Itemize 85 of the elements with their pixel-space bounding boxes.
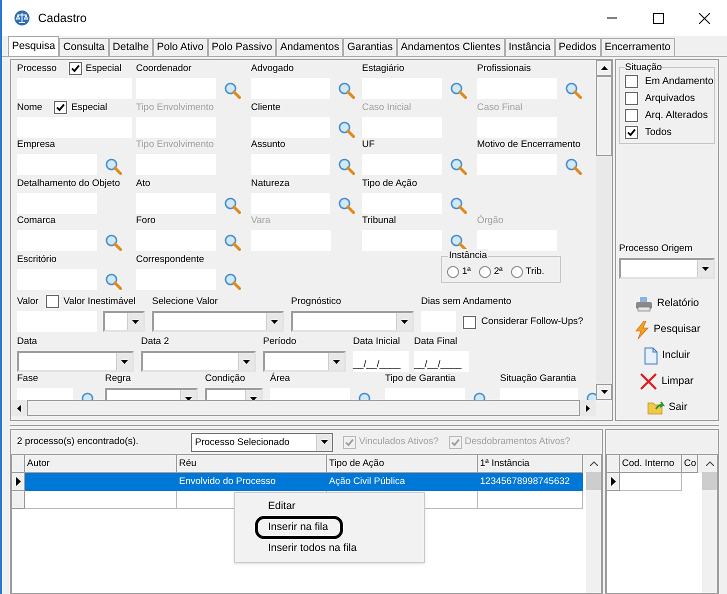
tab[interactable]: Consulta bbox=[59, 38, 109, 56]
field-label: Prognóstico bbox=[291, 295, 342, 308]
field-label: Data bbox=[17, 335, 38, 348]
action-button[interactable]: Incluir bbox=[644, 345, 690, 366]
date-field[interactable]: __/__/____ bbox=[353, 351, 409, 372]
date-field[interactable]: __/__/____ bbox=[414, 351, 469, 372]
field-label: Data 2 bbox=[141, 335, 170, 348]
menu-item[interactable]: Editar bbox=[255, 495, 310, 518]
checkbox-label: Vinculados Ativos? bbox=[359, 434, 439, 449]
field-label: Empresa bbox=[17, 138, 56, 151]
menu-item[interactable]: Inserir todos na fila bbox=[255, 537, 372, 560]
group-title: Situação bbox=[625, 61, 662, 74]
field-label: Cliente bbox=[251, 101, 282, 114]
field-label: Assunto bbox=[251, 138, 286, 151]
menu-item[interactable]: Inserir na fila bbox=[255, 516, 344, 539]
checkbox-label: Arq. Alterados bbox=[645, 109, 708, 123]
tab[interactable]: Polo Passivo bbox=[208, 38, 276, 56]
window-title: Cadastro bbox=[38, 10, 87, 27]
checkbox-label: Em Andamento bbox=[645, 75, 714, 89]
checkbox-label: Considerar Follow-Ups? bbox=[481, 315, 584, 329]
tab[interactable]: Andamentos bbox=[276, 38, 344, 56]
field-label: Coordenador bbox=[136, 62, 192, 75]
checkbox-label: Desdobramentos Ativos? bbox=[464, 434, 570, 449]
field-label: Nome bbox=[17, 101, 42, 114]
field-label: Período bbox=[263, 335, 298, 348]
result-count: 2 processo(s) encontrado(s). bbox=[17, 434, 140, 449]
option-label: Valor Inestimável bbox=[63, 295, 136, 308]
field-label: Processo Origem bbox=[619, 242, 694, 256]
tab[interactable]: Andamentos Clientes bbox=[396, 38, 505, 56]
radio-label: 1ª bbox=[462, 264, 471, 279]
field-label: Escritório bbox=[17, 253, 58, 266]
field-label: Processo bbox=[17, 62, 57, 75]
action-button[interactable]: Relatório bbox=[634, 293, 700, 314]
radio-label: 2ª bbox=[494, 264, 503, 279]
field-label: Comarca bbox=[17, 214, 57, 227]
field-label: Tipo de Ação bbox=[362, 177, 418, 190]
field-label: Vara bbox=[251, 214, 272, 227]
column-header[interactable]: Cod. Interno bbox=[620, 455, 682, 473]
option-label: Especial bbox=[71, 101, 108, 114]
tab[interactable]: Garantias bbox=[343, 38, 397, 56]
field-label: Tipo de Garantia bbox=[385, 372, 456, 385]
checkbox-label: Arquivados bbox=[645, 92, 696, 106]
field-label: Dias sem Andamento bbox=[421, 295, 512, 308]
table-cell: Envolvido do Processo bbox=[177, 473, 327, 491]
field-label: Natureza bbox=[251, 177, 291, 190]
action-button[interactable]: Pesquisar bbox=[634, 319, 700, 340]
column-header[interactable]: Co bbox=[682, 455, 698, 473]
tab[interactable]: Encerramento bbox=[600, 38, 675, 56]
field-label: Estagiário bbox=[362, 62, 406, 75]
field-label: Caso Inicial bbox=[362, 101, 412, 114]
radio-label: Trib. bbox=[526, 264, 544, 279]
field-label: Órgão bbox=[477, 214, 504, 227]
action-button[interactable]: Sair bbox=[646, 397, 688, 418]
table-cell: 12345678998745632 bbox=[478, 473, 583, 491]
field-label: Correspondente bbox=[136, 253, 206, 266]
field-label: Fase bbox=[17, 372, 40, 385]
field-label: Condição bbox=[205, 372, 246, 385]
field-label: Motivo de Encerramento bbox=[477, 138, 582, 151]
tab[interactable]: Detalhe bbox=[108, 38, 153, 56]
field-label: UF bbox=[362, 138, 376, 151]
tab[interactable]: Instância bbox=[504, 38, 555, 56]
tab[interactable]: Pesquisa bbox=[8, 36, 60, 56]
field-label: Ato bbox=[136, 177, 152, 190]
field-label: Data Inicial bbox=[353, 335, 401, 348]
table-cell: Ação Civil Pública bbox=[327, 473, 478, 491]
dropdown[interactable]: Processo Selecionado bbox=[191, 432, 333, 452]
field-label: Tribunal bbox=[362, 214, 397, 227]
field-label: Área bbox=[270, 372, 292, 385]
option-label: Especial bbox=[86, 62, 122, 75]
field-label: Foro bbox=[136, 214, 157, 227]
field-label: Profissionais bbox=[477, 62, 532, 75]
field-label: Tipo Envolvimento bbox=[136, 138, 215, 151]
field-label: Caso Final bbox=[477, 101, 524, 114]
field-label: Detalhamento do Objeto bbox=[17, 177, 121, 190]
tab[interactable]: Pedidos bbox=[554, 38, 601, 56]
action-button[interactable]: Limpar bbox=[640, 371, 694, 392]
field-label: Situação Garantia bbox=[500, 372, 578, 385]
field-label: Valor bbox=[17, 295, 38, 308]
field-label: Data Final bbox=[414, 335, 458, 348]
field-label: Tipo Envolvimento bbox=[136, 101, 215, 114]
tab[interactable]: Polo Ativo bbox=[152, 38, 208, 56]
field-label: Regra bbox=[105, 372, 132, 385]
checkbox-label: Todos bbox=[645, 126, 672, 140]
field-label: Selecione Valor bbox=[152, 295, 219, 308]
field-label: Advogado bbox=[251, 62, 295, 75]
